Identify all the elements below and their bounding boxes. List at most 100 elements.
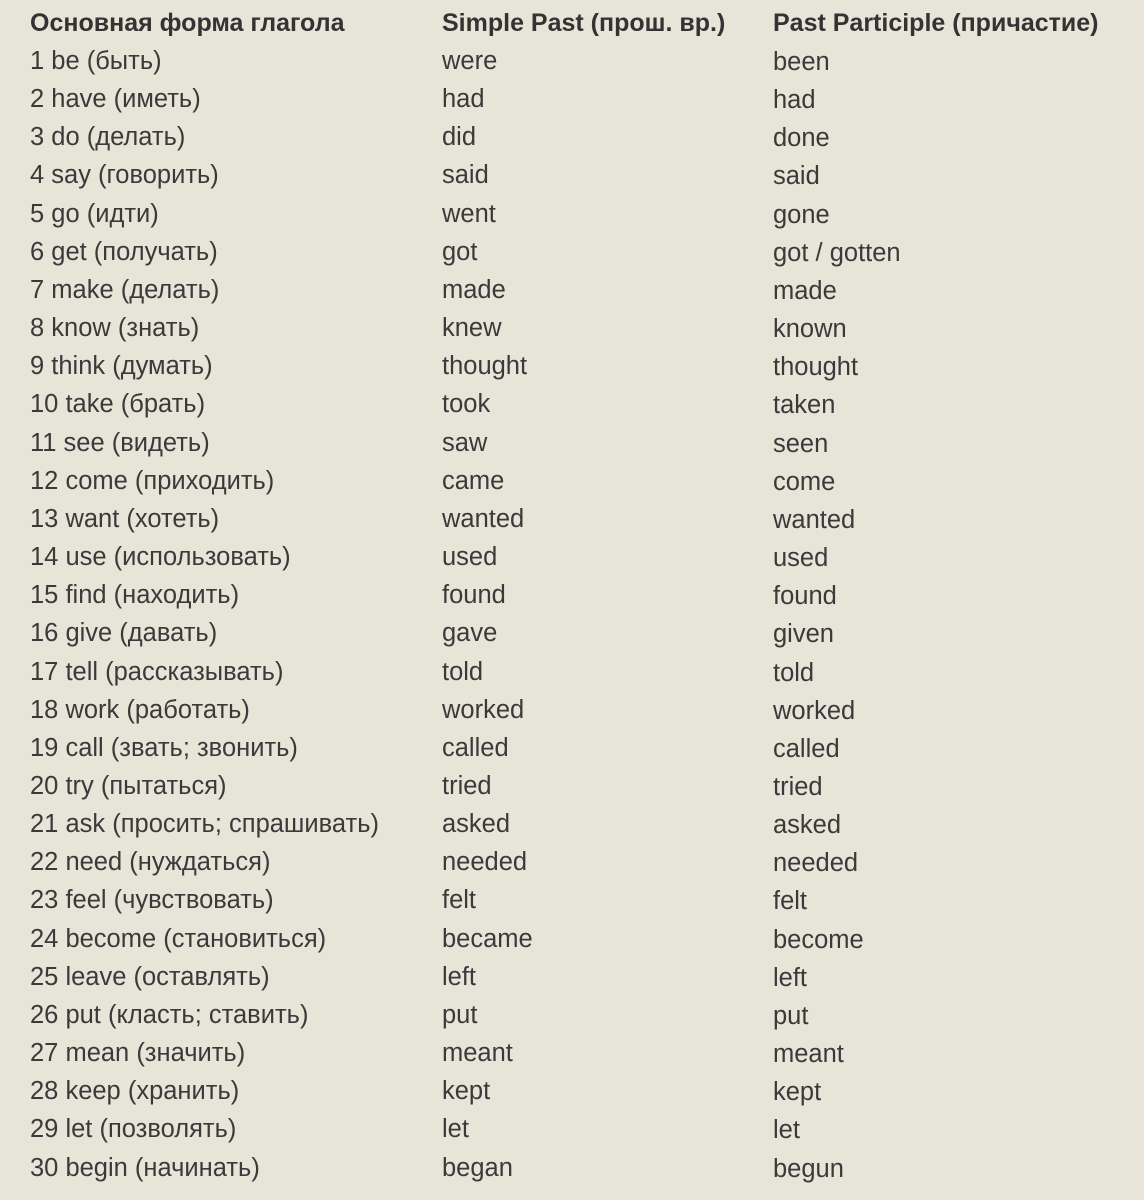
table-row: 18 work (работать) worked worked xyxy=(0,691,1144,729)
header-simple-past: Simple Past (прош. вр.) xyxy=(442,9,726,37)
past-participle-cell: made xyxy=(773,276,837,305)
past-participle-cell: thought xyxy=(773,353,859,382)
base-form-cell: 29 let (позволять) xyxy=(30,1115,237,1144)
base-form-cell: 26 put (класть; ставить) xyxy=(30,1000,309,1029)
past-participle-cell: asked xyxy=(773,811,842,840)
past-participle-cell: left xyxy=(773,963,808,992)
past-participle-cell: done xyxy=(773,124,830,153)
simple-past-cell: began xyxy=(442,1153,513,1182)
simple-past-cell: left xyxy=(442,962,477,991)
table-row: 8 know (знать) knew known xyxy=(0,309,1144,347)
table-row: 22 need (нуждаться) needed needed xyxy=(0,843,1144,881)
simple-past-cell: told xyxy=(442,657,484,686)
table-row: 30 begin (начинать) began begun xyxy=(0,1149,1144,1187)
base-form-cell: 8 know (знать) xyxy=(30,314,200,343)
simple-past-cell: said xyxy=(442,161,489,190)
past-participle-cell: told xyxy=(773,658,815,687)
base-form-cell: 1 be (быть) xyxy=(30,47,162,75)
simple-past-cell: felt xyxy=(442,886,477,915)
table-row: 23 feel (чувствовать) felt felt xyxy=(0,881,1144,919)
table-row: 27 mean (значить) meant meant xyxy=(0,1034,1144,1072)
base-form-cell: 2 have (иметь) xyxy=(30,85,201,114)
base-form-cell: 9 think (думать) xyxy=(30,352,213,381)
base-form-cell: 27 mean (значить) xyxy=(30,1039,246,1068)
table-row: 10 take (брать) took taken xyxy=(0,385,1144,423)
past-participle-cell: needed xyxy=(773,849,859,878)
base-form-cell: 13 want (хотеть) xyxy=(30,504,220,533)
base-form-cell: 19 call (звать; звонить) xyxy=(30,733,298,762)
past-participle-cell: seen xyxy=(773,429,829,458)
past-participle-cell: begun xyxy=(773,1154,844,1183)
table-row: 12 come (приходить) came come xyxy=(0,462,1144,500)
simple-past-cell: found xyxy=(442,581,506,610)
past-participle-cell: put xyxy=(773,1001,809,1030)
simple-past-cell: thought xyxy=(442,352,528,381)
base-form-cell: 25 leave (оставлять) xyxy=(30,962,270,991)
table-row: 17 tell (рассказывать) told told xyxy=(0,653,1144,691)
table-row: 16 give (давать) gave given xyxy=(0,614,1144,652)
simple-past-cell: asked xyxy=(442,810,511,839)
base-form-cell: 14 use (использовать) xyxy=(30,543,291,572)
header-past-participle: Past Participle (причастие) xyxy=(773,9,1099,37)
base-form-cell: 16 give (давать) xyxy=(30,619,218,648)
base-form-cell: 3 do (делать) xyxy=(30,123,186,152)
past-participle-cell: taken xyxy=(773,391,836,420)
base-form-cell: 15 find (находить) xyxy=(30,581,240,610)
past-participle-cell: got / gotten xyxy=(773,238,901,267)
simple-past-cell: did xyxy=(442,123,477,152)
table-row: 2 have (иметь) had had xyxy=(0,80,1144,118)
base-form-cell: 18 work (работать) xyxy=(30,695,250,724)
simple-past-cell: knew xyxy=(442,314,502,343)
table-row: 4 say (говорить) said said xyxy=(0,156,1144,194)
table-row: 26 put (класть; ставить) put put xyxy=(0,996,1144,1034)
table-row: 28 keep (хранить) kept kept xyxy=(0,1072,1144,1110)
past-participle-cell: used xyxy=(773,544,829,573)
table-row: 21 ask (просить; спрашивать) asked asked xyxy=(0,805,1144,843)
simple-past-cell: gave xyxy=(442,619,498,648)
past-participle-cell: been xyxy=(773,48,830,76)
base-form-cell: 4 say (говорить) xyxy=(30,161,219,190)
simple-past-cell: let xyxy=(442,1115,469,1144)
past-participle-cell: had xyxy=(773,86,816,115)
simple-past-cell: called xyxy=(442,733,509,762)
past-participle-cell: said xyxy=(773,162,820,191)
table-row: 1 be (быть) were been xyxy=(0,42,1144,80)
simple-past-cell: kept xyxy=(442,1077,491,1106)
past-participle-cell: known xyxy=(773,315,847,344)
base-form-cell: 21 ask (просить; спрашивать) xyxy=(30,810,379,839)
simple-past-cell: got xyxy=(442,237,478,266)
base-form-cell: 10 take (брать) xyxy=(30,390,206,419)
base-form-cell: 12 come (приходить) xyxy=(30,466,275,495)
simple-past-cell: were xyxy=(442,47,498,75)
table-row: 19 call (звать; звонить) called called xyxy=(0,729,1144,767)
past-participle-cell: felt xyxy=(773,887,808,916)
base-form-cell: 7 make (делать) xyxy=(30,275,220,304)
simple-past-cell: worked xyxy=(442,695,525,724)
base-form-cell: 30 begin (начинать) xyxy=(30,1153,260,1182)
base-form-cell: 20 try (пытаться) xyxy=(30,771,227,800)
simple-past-cell: tried xyxy=(442,771,492,800)
base-form-cell: 6 get (получать) xyxy=(30,237,218,266)
past-participle-cell: given xyxy=(773,620,834,649)
table-row: 29 let (позволять) let let xyxy=(0,1110,1144,1148)
table-header: Основная форма глагола Simple Past (прош… xyxy=(0,6,1144,40)
table-row: 7 make (делать) made made xyxy=(0,271,1144,309)
past-participle-cell: gone xyxy=(773,200,830,229)
table-row: 24 become (становиться) became become xyxy=(0,920,1144,958)
simple-past-cell: had xyxy=(442,85,485,114)
past-participle-cell: become xyxy=(773,925,864,954)
simple-past-cell: made xyxy=(442,275,506,304)
table-row: 3 do (делать) did done xyxy=(0,118,1144,156)
past-participle-cell: kept xyxy=(773,1078,822,1107)
simple-past-cell: meant xyxy=(442,1039,513,1068)
past-participle-cell: come xyxy=(773,467,836,496)
past-participle-cell: called xyxy=(773,734,840,763)
past-participle-cell: tried xyxy=(773,772,823,801)
table-row: 20 try (пытаться) tried tried xyxy=(0,767,1144,805)
table-row: 11 see (видеть) saw seen xyxy=(0,424,1144,462)
simple-past-cell: became xyxy=(442,924,533,953)
past-participle-cell: found xyxy=(773,582,837,611)
past-participle-cell: let xyxy=(773,1116,800,1145)
past-participle-cell: wanted xyxy=(773,505,856,534)
simple-past-cell: wanted xyxy=(442,504,525,533)
